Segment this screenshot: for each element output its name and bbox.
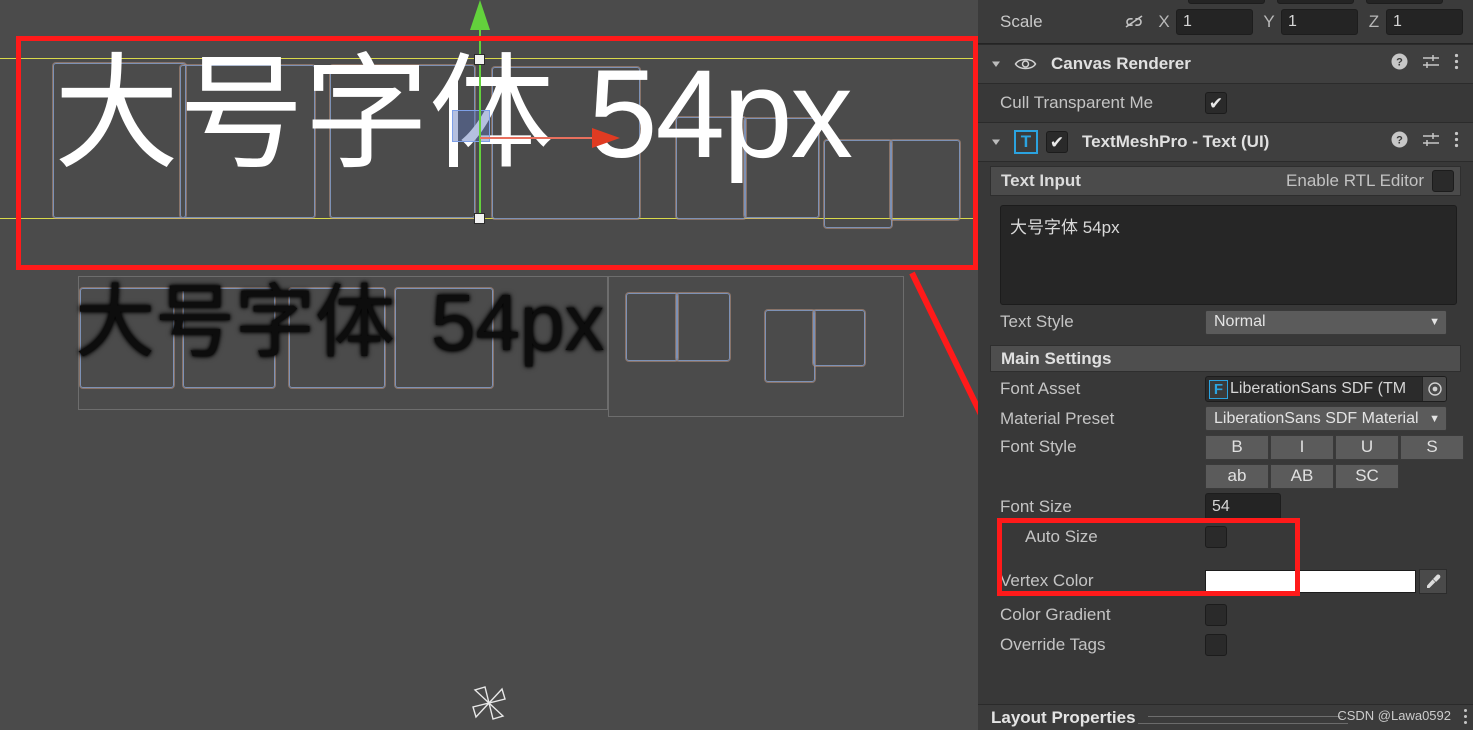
footer-divider-2 (1138, 723, 1348, 724)
color-gradient-label: Color Gradient (1000, 605, 1111, 624)
transform-scale-row[interactable]: Scale X 1 Y 1 Z 1 (978, 0, 1473, 44)
font-style-buttons-row1: B I U S (1205, 434, 1464, 460)
watermark: CSDN @Lawa0592 (1337, 708, 1451, 723)
broken-link-icon[interactable] (1124, 14, 1144, 30)
font-asset-field[interactable]: F LiberationSans SDF (TM (1205, 376, 1447, 402)
annotation-red-box-font-size (997, 518, 1300, 596)
annotation-red-box-scene (16, 36, 978, 270)
text-style-value: Normal (1214, 313, 1266, 330)
enable-rtl-editor-label: Enable RTL Editor (1286, 171, 1424, 190)
eye-icon (1014, 56, 1037, 72)
scale-x-input[interactable]: 1 (1176, 8, 1253, 35)
enable-rtl-editor-checkbox[interactable] (1432, 170, 1454, 192)
font-asset-row[interactable]: Font Asset F LiberationSans SDF (TM (978, 374, 1473, 404)
font-style-uppercase-button[interactable]: AB (1270, 463, 1334, 489)
font-asset-badge-icon: F (1209, 379, 1228, 399)
svg-text:?: ? (1396, 57, 1403, 69)
font-style-label: Font Style (1000, 437, 1077, 456)
scene-text-secondary-latin: 54px (431, 278, 605, 367)
axis-letter-x: X (1158, 11, 1170, 31)
component-header-textmeshpro[interactable]: T ✔ TextMeshPro - Text (UI) ? (978, 122, 1473, 162)
material-preset-value: LiberationSans SDF Material (1214, 409, 1419, 427)
axis-letter-y: Y (1263, 11, 1275, 31)
main-settings-header[interactable]: Main Settings (990, 345, 1461, 372)
font-style-lowercase-button[interactable]: ab (1205, 463, 1269, 489)
unity-editor-screenshot: 大号字体 54px 大号字体 54px Scale X 1 Y 1 Z 1 Ca… (0, 0, 1473, 730)
clipped-fields-above (978, 0, 1473, 4)
material-preset-dropdown[interactable]: LiberationSans SDF Material ▼ (1205, 406, 1447, 431)
component-header-icons: ? (1391, 131, 1459, 153)
font-style-buttons-row2: ab AB SC (1205, 463, 1399, 489)
text-input-panel: Text Input Enable RTL Editor 大号字体 54px (990, 166, 1461, 305)
scene-text-secondary-cjk: 大号字体 (75, 278, 395, 367)
override-tags-checkbox[interactable] (1205, 634, 1227, 656)
scene-view[interactable]: 大号字体 54px 大号字体 54px (0, 0, 978, 730)
font-style-bold-button[interactable]: B (1205, 434, 1269, 460)
kebab-menu-icon[interactable] (1454, 53, 1459, 75)
font-style-underline-button[interactable]: U (1335, 434, 1399, 460)
font-size-label: Font Size (1000, 496, 1072, 516)
object-picker-icon[interactable] (1422, 377, 1446, 401)
text-style-dropdown[interactable]: Normal ▼ (1205, 309, 1447, 335)
font-asset-label: Font Asset (1000, 379, 1081, 398)
component-header-canvas-renderer[interactable]: Canvas Renderer ? (978, 44, 1473, 84)
inspector-footer: Layout Properties CSDN @Lawa0592 (978, 704, 1473, 730)
layout-properties-label[interactable]: Layout Properties (991, 708, 1136, 728)
font-style-strikethrough-button[interactable]: S (1400, 434, 1464, 460)
kebab-menu-icon[interactable] (1454, 131, 1459, 153)
preset-icon[interactable] (1422, 132, 1440, 153)
help-icon[interactable]: ? (1391, 131, 1408, 153)
scale-axis-z[interactable]: Z 1 (1368, 8, 1463, 35)
color-gradient-checkbox[interactable] (1205, 604, 1227, 626)
text-input-title: Text Input (1001, 171, 1081, 190)
font-style-row[interactable]: Font Style B I U S (978, 433, 1473, 461)
scale-axis-x[interactable]: X 1 (1158, 8, 1253, 35)
pinwheel-gizmo-icon (472, 686, 506, 720)
font-style-italic-button[interactable]: I (1270, 434, 1334, 460)
scale-label: Scale (1000, 11, 1043, 31)
preset-icon[interactable] (1422, 54, 1440, 75)
chevron-down-icon[interactable] (988, 56, 1004, 72)
chevron-down-icon: ▼ (1429, 412, 1440, 425)
override-tags-row[interactable]: Override Tags (978, 630, 1473, 660)
cull-transparent-mesh-checkbox[interactable]: ✔ (1205, 92, 1227, 114)
override-tags-label: Override Tags (1000, 635, 1106, 654)
scale-y-input[interactable]: 1 (1281, 8, 1358, 35)
text-style-row[interactable]: Text Style Normal ▼ (978, 305, 1473, 339)
footer-divider (1148, 716, 1343, 717)
cull-transparent-mesh-label: Cull Transparent Me (1000, 93, 1154, 112)
svg-text:?: ? (1396, 135, 1403, 147)
gizmo-axis-y-arrow[interactable] (470, 0, 490, 30)
component-header-icons: ? (1391, 53, 1459, 75)
text-style-label: Text Style (1000, 312, 1074, 331)
font-asset-value: LiberationSans SDF (TM (1230, 380, 1407, 397)
text-input-header: Text Input Enable RTL Editor (990, 166, 1461, 196)
textmeshpro-title: TextMeshPro - Text (UI) (1082, 132, 1270, 151)
cull-transparent-mesh-row[interactable]: Cull Transparent Me ✔ (978, 84, 1473, 122)
text-input-textarea[interactable]: 大号字体 54px (1000, 205, 1457, 305)
scene-text-secondary: 大号字体 54px (75, 283, 604, 363)
axis-letter-z: Z (1368, 11, 1380, 31)
font-style-row2[interactable]: ab AB SC (978, 461, 1473, 491)
material-preset-label: Material Preset (1000, 408, 1115, 428)
scale-axis-y[interactable]: Y 1 (1263, 8, 1358, 35)
help-icon[interactable]: ? (1391, 53, 1408, 75)
textmeshpro-icon: T (1014, 130, 1038, 154)
chevron-down-icon: ▼ (1429, 316, 1440, 328)
rect-transform-bounds-secondary-right (608, 276, 904, 417)
font-size-input[interactable]: 54 (1205, 493, 1281, 520)
canvas-renderer-title: Canvas Renderer (1051, 54, 1191, 73)
color-gradient-row[interactable]: Color Gradient (978, 600, 1473, 630)
footer-kebab-menu-icon[interactable] (1463, 708, 1468, 725)
scale-z-input[interactable]: 1 (1386, 8, 1463, 35)
font-style-smallcaps-button[interactable]: SC (1335, 463, 1399, 489)
textmeshpro-enabled-checkbox[interactable]: ✔ (1046, 131, 1068, 153)
chevron-down-icon[interactable] (988, 134, 1004, 150)
eyedropper-icon[interactable] (1419, 568, 1447, 594)
inspector-panel[interactable]: Scale X 1 Y 1 Z 1 Canvas Renderer ? Cull… (978, 0, 1473, 730)
material-preset-row[interactable]: Material Preset LiberationSans SDF Mater… (978, 404, 1473, 433)
